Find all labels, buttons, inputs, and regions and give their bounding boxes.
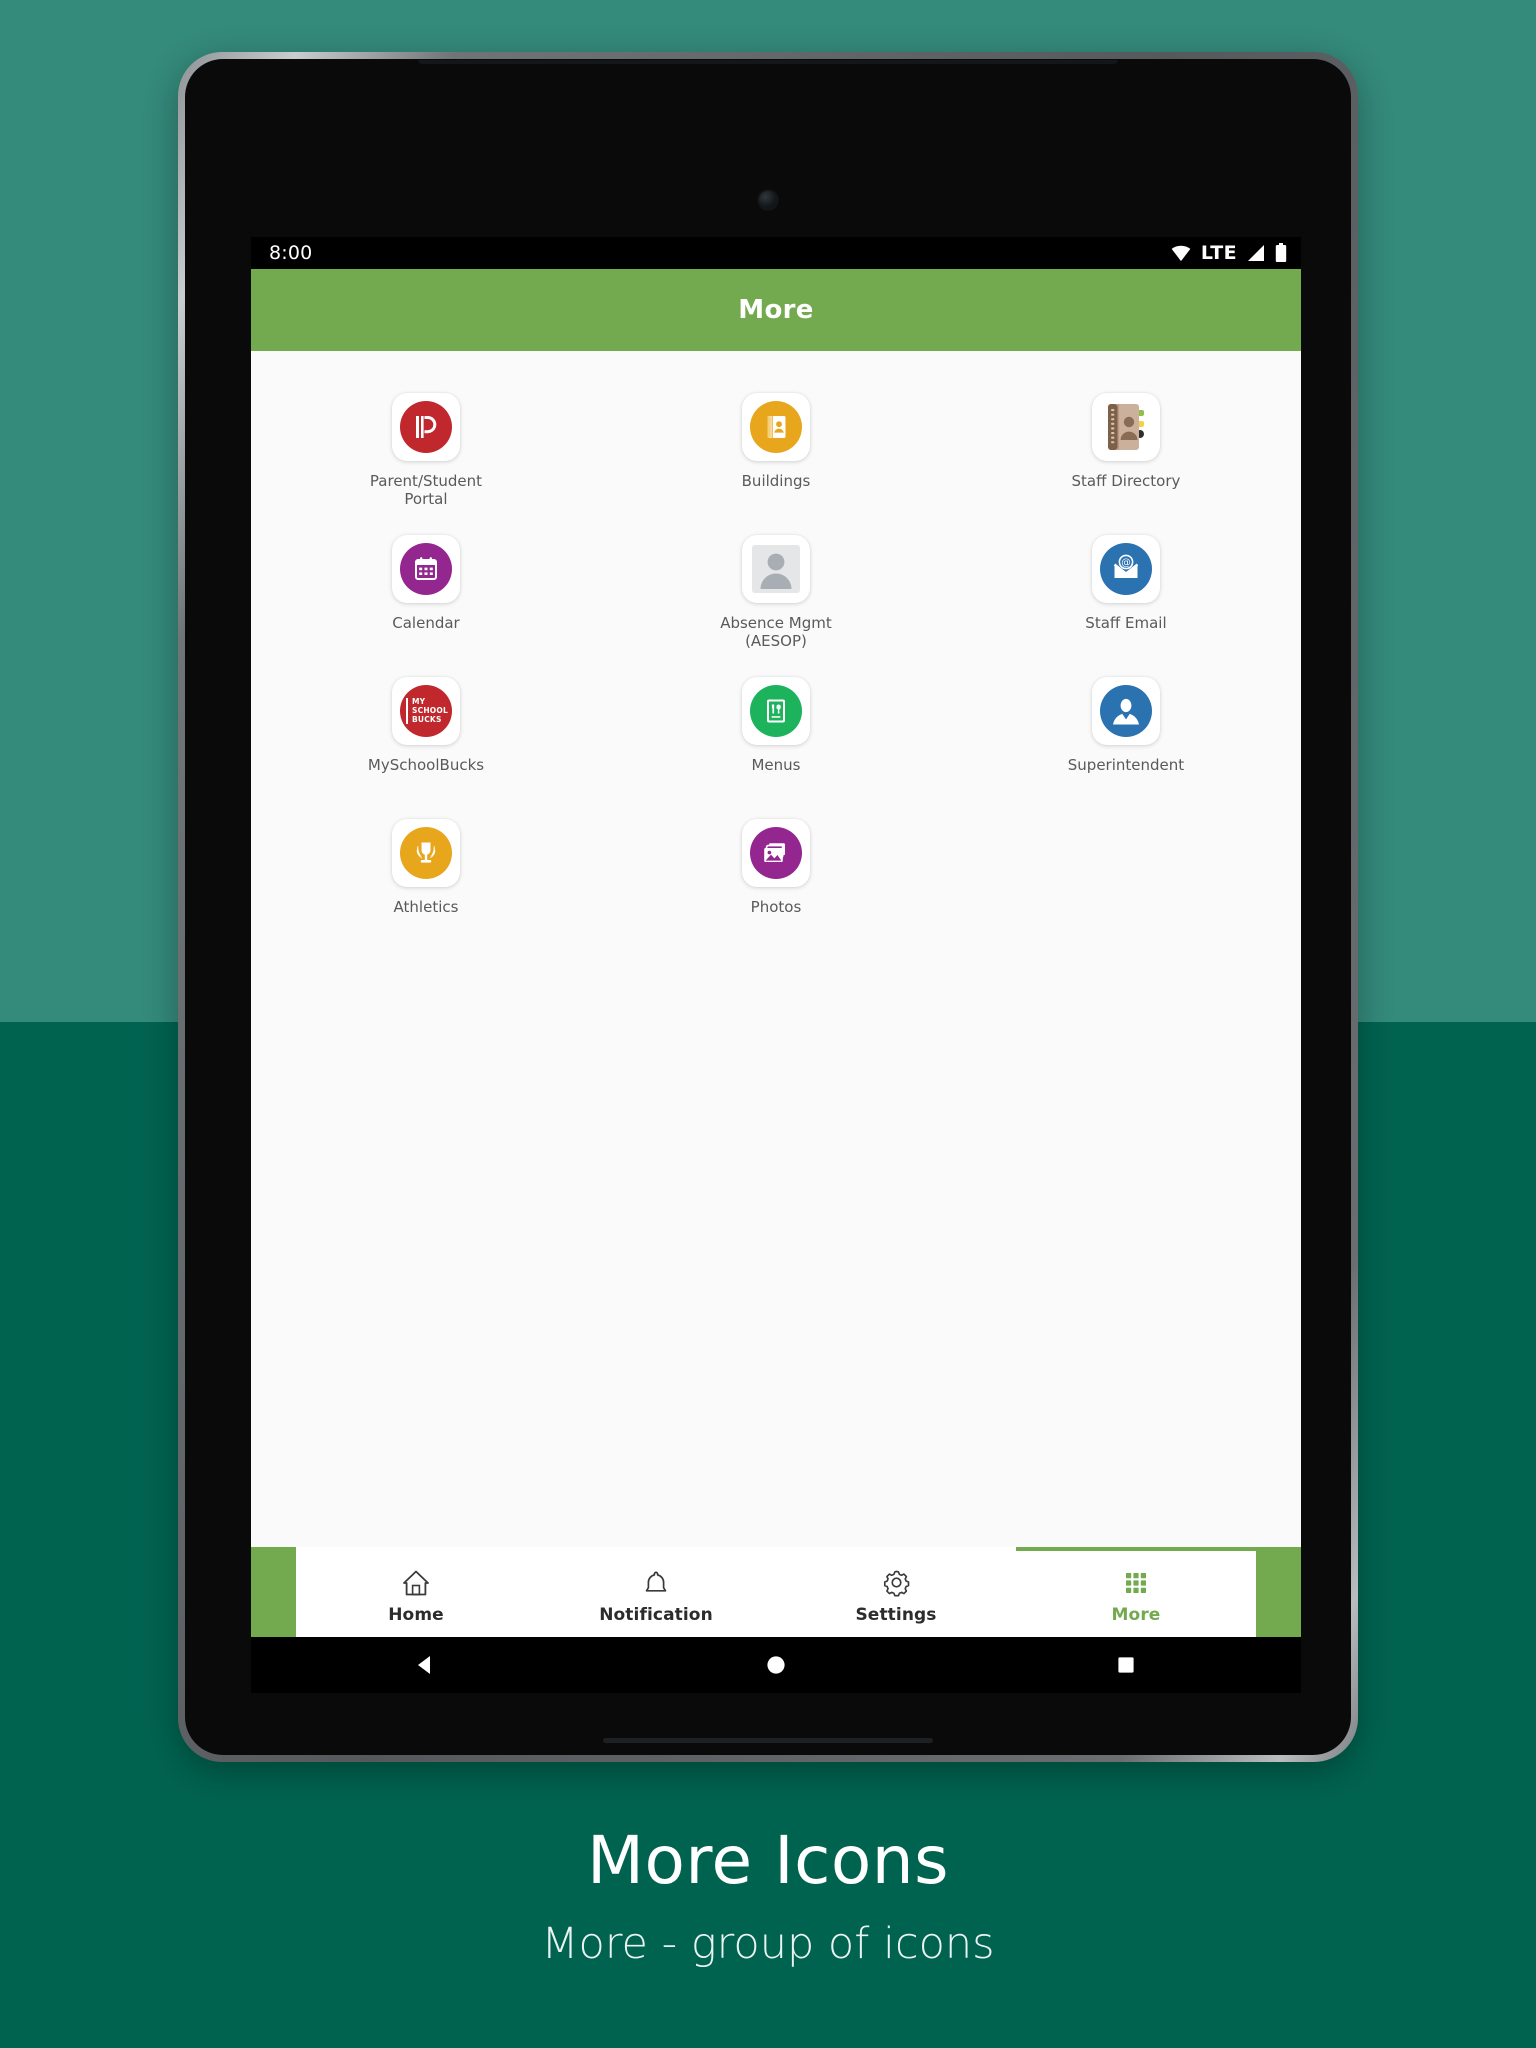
battery-icon bbox=[1275, 243, 1287, 263]
tile-background bbox=[391, 393, 460, 461]
more-icon-grid: Parent/Student Portal Buildings Staff Di… bbox=[251, 351, 1301, 1547]
app-header-bar: More bbox=[251, 269, 1301, 351]
network-type-label: LTE bbox=[1200, 242, 1237, 264]
grid-item-label: Photos bbox=[750, 898, 802, 916]
tile-background bbox=[391, 535, 460, 603]
nav-item-label: More bbox=[1111, 1604, 1161, 1625]
tablet-screen: 8:00 LTE More Parent/Student Portal Buil… bbox=[251, 237, 1301, 1637]
grid-item-label: Parent/Student Portal bbox=[369, 472, 483, 509]
device-bezel: 8:00 LTE More Parent/Student Portal Buil… bbox=[185, 59, 1351, 1755]
recents-square-icon[interactable] bbox=[1066, 1652, 1186, 1678]
person-placeholder-icon bbox=[751, 545, 800, 593]
grid-item-photos[interactable]: Photos bbox=[601, 803, 951, 945]
nav-item-notification[interactable]: Notification bbox=[536, 1547, 776, 1637]
grid-row: MY SCHOOL BUCKS MySchoolBucks Menus Supe… bbox=[251, 661, 1301, 803]
status-clock: 8:00 bbox=[269, 242, 313, 264]
grid-item-label: Calendar bbox=[392, 614, 460, 632]
tile-background bbox=[391, 819, 460, 887]
grid-item-label: Staff Directory bbox=[1071, 472, 1181, 490]
speaker-grill bbox=[603, 1738, 933, 1743]
tile-background bbox=[741, 535, 810, 603]
email-at-icon: @ bbox=[1099, 543, 1152, 595]
tile-background bbox=[741, 819, 810, 887]
gear-icon bbox=[881, 1564, 912, 1598]
nav-item-home[interactable]: Home bbox=[296, 1547, 536, 1637]
tile-background: MY SCHOOL BUCKS bbox=[391, 677, 460, 745]
grid-item-parent-student-portal[interactable]: Parent/Student Portal bbox=[251, 377, 601, 519]
grid-row: Parent/Student Portal Buildings Staff Di… bbox=[251, 377, 1301, 519]
msb-line-2: SCHOOL bbox=[412, 706, 448, 716]
page-title: More bbox=[738, 295, 814, 325]
grid-item-label: Staff Email bbox=[1085, 614, 1167, 632]
bottom-nav-pad-right bbox=[1256, 1547, 1301, 1637]
tile-background: @ bbox=[1091, 535, 1160, 603]
earpiece-slot bbox=[418, 60, 1118, 64]
caption-subtitle: More - group of icons bbox=[541, 1919, 995, 1970]
caption-title: More Icons bbox=[587, 1822, 949, 1899]
calendar-icon bbox=[399, 543, 452, 595]
grid-item-menus[interactable]: Menus bbox=[601, 661, 951, 803]
menu-card-icon bbox=[749, 685, 802, 737]
address-book-icon bbox=[749, 401, 802, 453]
tile-background bbox=[1091, 393, 1160, 461]
tile-background bbox=[741, 393, 810, 461]
home-icon bbox=[401, 1564, 431, 1598]
grid-row: Athletics Photos bbox=[251, 803, 1301, 945]
grid-item-label: MySchoolBucks bbox=[367, 756, 485, 774]
myschoolbucks-icon: MY SCHOOL BUCKS bbox=[399, 685, 452, 737]
front-camera-icon bbox=[759, 191, 777, 209]
superintendent-icon bbox=[1099, 685, 1152, 737]
powerschool-icon bbox=[399, 401, 452, 453]
grid-item-label: Menus bbox=[751, 756, 801, 774]
grid-item-superintendent[interactable]: Superintendent bbox=[951, 661, 1301, 803]
home-circle-icon[interactable] bbox=[716, 1652, 836, 1678]
myschoolbucks-wordmark: MY SCHOOL BUCKS bbox=[406, 698, 448, 724]
msb-line-3: BUCKS bbox=[412, 715, 442, 725]
bottom-navigation-bar: Home Notification Settings More bbox=[251, 1547, 1301, 1637]
nav-item-settings[interactable]: Settings bbox=[776, 1547, 1016, 1637]
caption-block: More Icons More - group of icons bbox=[0, 1826, 1536, 1969]
grid-icon bbox=[1121, 1564, 1151, 1598]
back-icon[interactable] bbox=[366, 1652, 486, 1678]
tile-background bbox=[1091, 677, 1160, 745]
nav-item-label: Settings bbox=[855, 1604, 937, 1625]
svg-text:@: @ bbox=[1121, 557, 1131, 568]
photos-icon bbox=[749, 827, 802, 879]
status-indicators: LTE bbox=[1170, 242, 1287, 264]
nav-item-label: Notification bbox=[599, 1604, 713, 1625]
grid-item-calendar[interactable]: Calendar bbox=[251, 519, 601, 661]
grid-item-myschoolbucks[interactable]: MY SCHOOL BUCKS MySchoolBucks bbox=[251, 661, 601, 803]
grid-item-athletics[interactable]: Athletics bbox=[251, 803, 601, 945]
grid-item-buildings[interactable]: Buildings bbox=[601, 377, 951, 519]
wifi-icon bbox=[1170, 244, 1192, 262]
msb-line-1: MY bbox=[412, 697, 426, 707]
grid-item-label: Superintendent bbox=[1067, 756, 1185, 774]
grid-item-label: Absence Mgmt (AESOP) bbox=[720, 614, 832, 651]
grid-cell-empty bbox=[951, 803, 1301, 945]
grid-item-staff-directory[interactable]: Staff Directory bbox=[951, 377, 1301, 519]
nav-item-more[interactable]: More bbox=[1016, 1547, 1256, 1637]
signal-icon bbox=[1246, 244, 1266, 262]
tablet-device-frame: 8:00 LTE More Parent/Student Portal Buil… bbox=[178, 52, 1358, 1762]
grid-item-absence-mgmt[interactable]: Absence Mgmt (AESOP) bbox=[601, 519, 951, 661]
tile-background bbox=[741, 677, 810, 745]
staff-directory-icon bbox=[1107, 404, 1144, 450]
nav-item-label: Home bbox=[388, 1604, 444, 1625]
bottom-nav-items: Home Notification Settings More bbox=[296, 1547, 1256, 1637]
trophy-icon bbox=[399, 827, 452, 879]
android-navigation-bar bbox=[251, 1637, 1301, 1693]
android-status-bar: 8:00 LTE bbox=[251, 237, 1301, 269]
grid-item-label: Athletics bbox=[393, 898, 459, 916]
bell-icon bbox=[641, 1564, 671, 1598]
grid-item-label: Buildings bbox=[741, 472, 811, 490]
bottom-nav-pad-left bbox=[251, 1547, 296, 1637]
grid-item-staff-email[interactable]: @ Staff Email bbox=[951, 519, 1301, 661]
grid-row: Calendar Absence Mgmt (AESOP) @ Staff Em… bbox=[251, 519, 1301, 661]
